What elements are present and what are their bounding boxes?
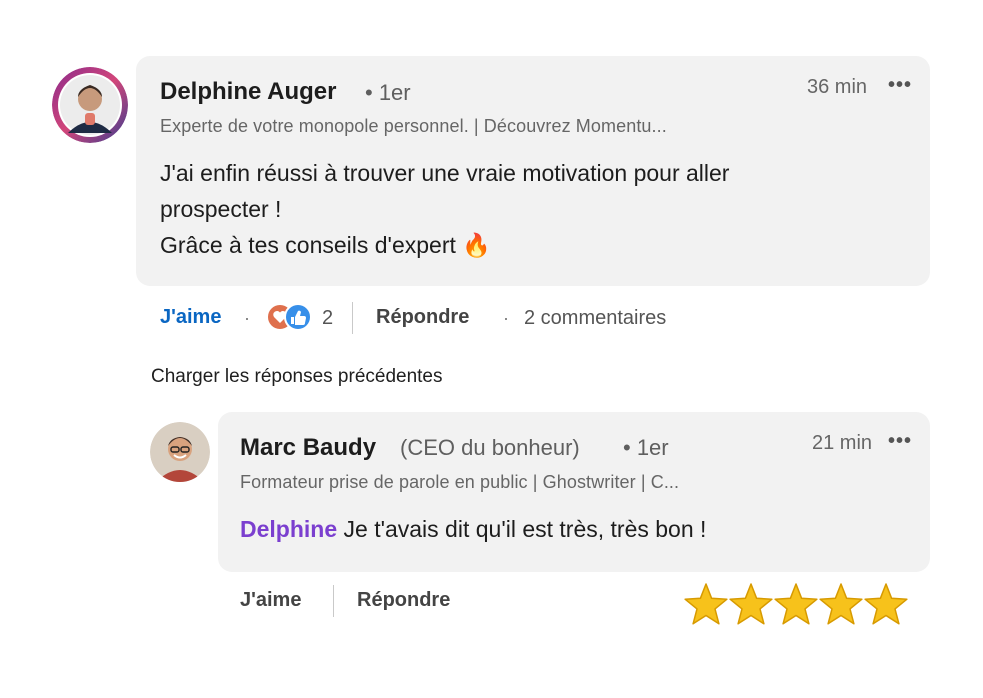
author-name[interactable]: Delphine Auger (160, 78, 336, 106)
reply-divider (333, 585, 334, 617)
like-button[interactable]: J'aime (160, 306, 221, 329)
star-rating (684, 582, 910, 628)
author-headline: Experte de votre monopole personnel. | D… (160, 116, 667, 136)
like-reaction-icon (284, 303, 312, 331)
reply-reply-button[interactable]: Répondre (357, 589, 450, 612)
reply-author-name[interactable]: Marc Baudy (240, 434, 376, 462)
reply-body: Je t'avais dit qu'il est très, très bon … (337, 516, 707, 542)
replies-count[interactable]: 2 commentaires (524, 307, 666, 330)
star-icon (729, 583, 773, 625)
reply-connection-degree: • 1er (623, 435, 669, 460)
separator-dot-2: · (503, 308, 509, 328)
star-icon (774, 583, 818, 625)
comment-time: 36 min (807, 76, 868, 98)
reply-text: Delphine Je t'avais dit qu'il est très, … (240, 512, 706, 547)
star-icon (684, 583, 728, 625)
reply-button[interactable]: Répondre (376, 306, 469, 329)
more-options-icon[interactable]: ••• (888, 74, 912, 97)
avatar-delphine[interactable] (52, 67, 128, 143)
reactions-count[interactable]: 2 (322, 307, 333, 330)
load-previous-replies[interactable]: Charger les réponses précédentes (151, 366, 443, 388)
comment-line-2: prospecter ! (160, 196, 282, 222)
reply-author-title: (CEO du bonheur) (400, 435, 580, 460)
mention-link[interactable]: Delphine (240, 516, 337, 542)
reactions-group[interactable] (266, 303, 318, 331)
connection-degree: • 1er (365, 80, 411, 105)
star-icon (864, 583, 908, 625)
reply-time: 21 min (812, 432, 873, 454)
reply-like-button[interactable]: J'aime (240, 589, 301, 612)
avatar-marc[interactable] (150, 422, 210, 482)
comment-line-1: J'ai enfin réussi à trouver une vraie mo… (160, 160, 730, 186)
comment-line-3: Grâce à tes conseils d'expert 🔥 (160, 232, 491, 258)
reply-author-headline: Formateur prise de parole en public | Gh… (240, 472, 680, 492)
divider (352, 302, 353, 334)
separator-dot: · (244, 308, 250, 328)
reply-more-options-icon[interactable]: ••• (888, 430, 912, 453)
star-icon (819, 583, 863, 625)
